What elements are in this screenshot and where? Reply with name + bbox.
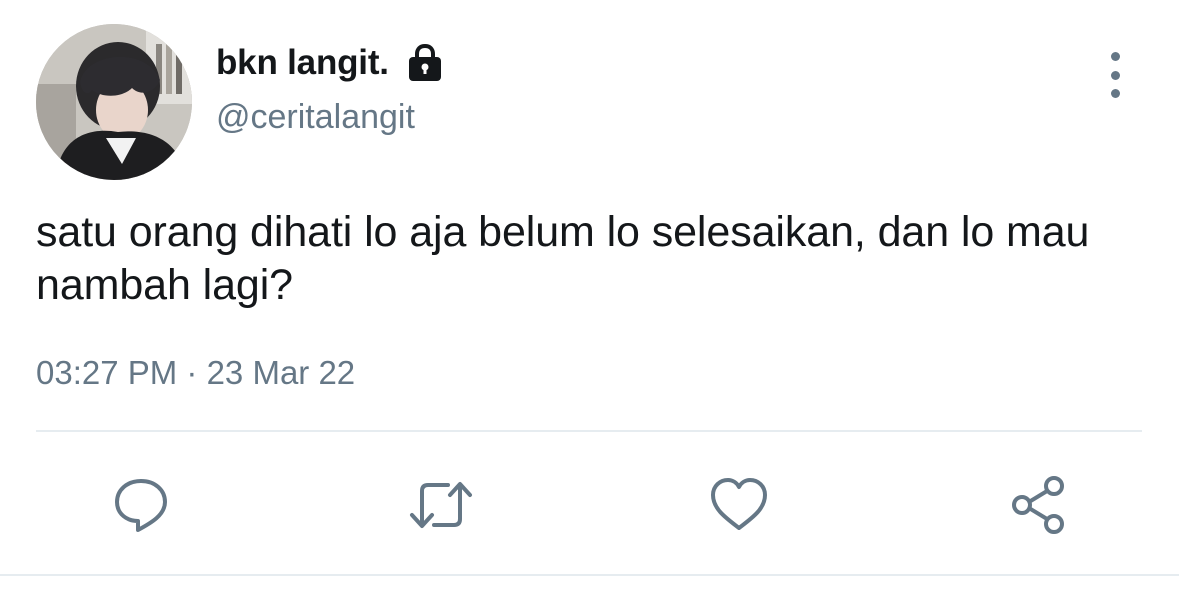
avatar-photo [36,24,192,180]
divider [36,430,1142,432]
avatar[interactable] [36,24,192,180]
comment-icon [115,479,167,532]
display-name-row: bkn langit. [216,38,443,88]
tweet-card: bkn langit. @ceritalangit satu orang dih… [0,0,1179,594]
tweet-timestamp[interactable]: 03:27 PM · 23 Mar 22 [36,354,355,392]
action-bar [0,460,1179,550]
retweet-button[interactable] [408,472,474,538]
user-handle[interactable]: @ceritalangit [216,98,415,137]
tweet-text: satu orang dihati lo aja belum lo selesa… [36,208,1090,309]
retweet-icon [410,482,472,528]
like-button[interactable] [706,472,772,538]
lock-icon [407,43,443,82]
more-options-button[interactable] [1100,52,1130,98]
share-button[interactable] [1006,472,1072,538]
share-icon [1012,476,1064,534]
heart-icon [711,478,767,530]
display-name[interactable]: bkn langit. [216,43,389,83]
reply-button[interactable] [108,472,174,538]
bottom-divider [0,574,1179,576]
more-vertical-icon [1110,52,1120,61]
